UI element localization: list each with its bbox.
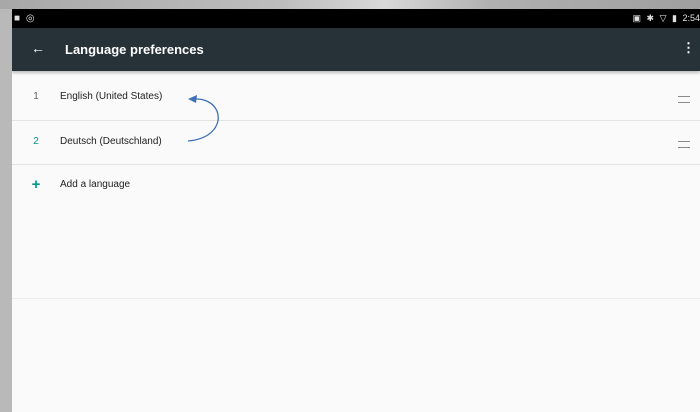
language-item[interactable]: 2 Deutsch (Deutschland)	[12, 121, 700, 165]
wifi-icon: ▽	[659, 13, 667, 23]
status-bar: ■ ◎ ▣ ✱ ▽ ▮ 2:54	[12, 9, 700, 28]
drag-handle-icon[interactable]	[678, 141, 690, 148]
language-item[interactable]: 1 English (United States)	[12, 76, 700, 120]
status-right: ▣ ✱ ▽ ▮ 2:54	[632, 12, 700, 25]
add-language-button[interactable]: + Add a language	[12, 166, 700, 206]
add-icon: +	[31, 176, 41, 193]
device-screen: ■ ◎ ▣ ✱ ▽ ▮ 2:54 ← Language preferences …	[12, 9, 700, 412]
language-name: English (United States)	[60, 91, 163, 102]
divider	[12, 164, 700, 165]
app-bar: ← Language preferences ⋮	[12, 28, 700, 71]
bluetooth-icon: ✱	[646, 13, 655, 23]
more-vert-icon[interactable]: ⋮	[682, 36, 695, 60]
background-left	[0, 0, 12, 412]
language-name: Deutsch (Deutschland)	[60, 136, 162, 147]
arrow-back-icon[interactable]: ←	[26, 36, 50, 60]
language-index: 2	[33, 136, 39, 147]
cast-icon: ▣	[632, 13, 641, 23]
background-top	[0, 0, 700, 9]
drag-handle-icon[interactable]	[678, 96, 690, 103]
reorder-arrow-icon	[187, 95, 219, 142]
page-title: Language preferences	[65, 42, 204, 57]
clock: 2:54	[682, 13, 700, 23]
divider	[12, 298, 700, 299]
language-index: 1	[33, 91, 39, 102]
status-left: ■ ◎	[14, 12, 38, 25]
add-language-label: Add a language	[60, 179, 131, 190]
battery-icon: ▮	[672, 13, 677, 23]
video-record-icon: ■	[14, 13, 21, 24]
camera-icon: ◎	[25, 13, 35, 24]
